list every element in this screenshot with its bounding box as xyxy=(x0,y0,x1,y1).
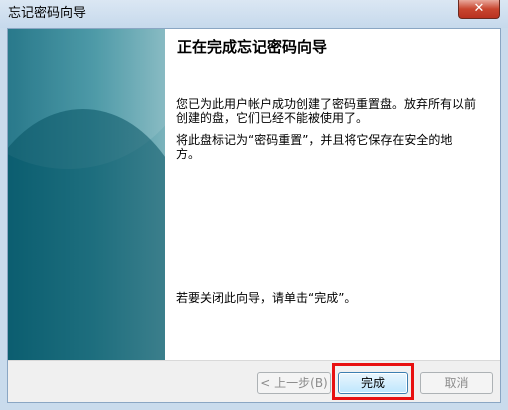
page-title: 正在完成忘记密码向导 xyxy=(177,38,328,56)
wizard-window: 忘记密码向导 ✕ 正在完成忘记密码向导 您已为此用户帐户成功创建了密码重置盘。放… xyxy=(0,0,508,410)
finish-instruction: 若要关闭此向导，请单击“完成”。 xyxy=(176,291,357,305)
title-bar: 忘记密码向导 ✕ xyxy=(0,0,508,28)
wizard-side-banner xyxy=(8,29,198,402)
wizard-content: 正在完成忘记密码向导 您已为此用户帐户成功创建了密码重置盘。放弃所有以前创建的盘… xyxy=(165,29,500,360)
wizard-frame: 正在完成忘记密码向导 您已为此用户帐户成功创建了密码重置盘。放弃所有以前创建的盘… xyxy=(7,28,501,403)
close-icon: ✕ xyxy=(473,1,485,16)
close-button[interactable]: ✕ xyxy=(458,0,500,19)
storage-instruction: 将此盘标记为“密码重置”，并且将它保存在安全的地方。 xyxy=(176,133,453,161)
cancel-button[interactable]: 取消 xyxy=(420,372,493,394)
back-button[interactable]: < 上一步(B) xyxy=(257,372,331,394)
success-message: 您已为此用户帐户成功创建了密码重置盘。放弃所有以前创建的盘，它们已经不能被使用了… xyxy=(176,97,477,125)
highlight-box xyxy=(332,363,414,400)
window-title: 忘记密码向导 xyxy=(8,6,87,21)
button-bar: < 上一步(B) 完成 取消 xyxy=(8,360,500,402)
